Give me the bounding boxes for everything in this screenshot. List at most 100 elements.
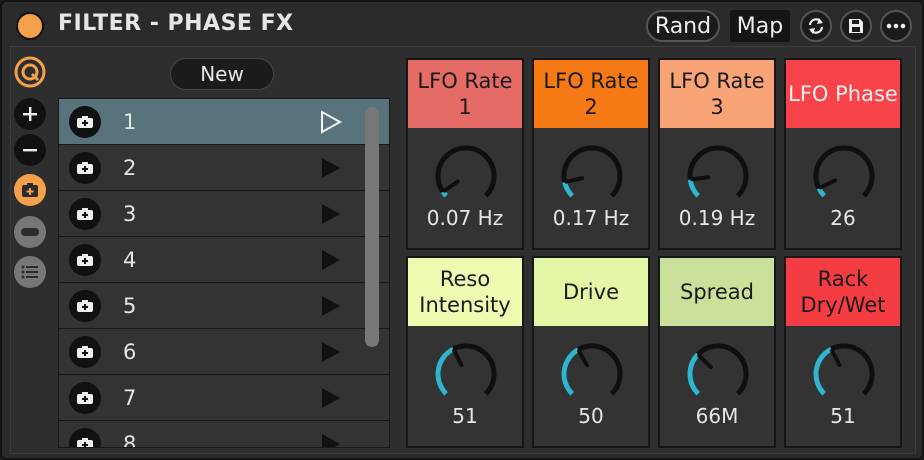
variation-row[interactable]: 5	[59, 283, 389, 329]
new-variation-button[interactable]: New	[170, 58, 274, 90]
device-power-button[interactable]	[16, 12, 44, 40]
macro-label: LFO Phase	[786, 60, 900, 128]
zoom-in-button[interactable]	[14, 98, 46, 130]
camera-icon	[77, 346, 93, 358]
recall-snapshot-button[interactable]	[69, 152, 101, 184]
save-icon	[849, 19, 863, 33]
macro-knob[interactable]	[808, 338, 880, 410]
variation-label: 6	[123, 340, 137, 364]
refresh-button[interactable]	[800, 10, 832, 42]
recall-snapshot-button[interactable]	[69, 198, 101, 230]
variation-row[interactable]: 7	[59, 375, 389, 421]
macro-label: Drive	[534, 258, 648, 326]
macro-knob[interactable]	[430, 140, 502, 212]
play-icon[interactable]	[319, 294, 343, 318]
map-button[interactable]: Map	[730, 10, 790, 42]
macro-label: LFO Rate 2	[534, 60, 648, 128]
recall-snapshot-button[interactable]	[69, 428, 101, 447]
knob-pointer	[697, 353, 713, 370]
macro-lfo-rate-2: LFO Rate 2 0.17 Hz	[532, 58, 650, 250]
add-snapshot-icon	[22, 183, 38, 197]
camera-icon	[77, 254, 93, 266]
variation-row[interactable]: 4	[59, 237, 389, 283]
hot-swap-button[interactable]	[14, 56, 46, 88]
variation-label: 8	[123, 432, 137, 448]
macro-knob[interactable]	[682, 338, 754, 410]
macro-value[interactable]: 50	[534, 404, 648, 428]
recall-snapshot-button[interactable]	[69, 290, 101, 322]
plus-icon	[23, 107, 37, 121]
macro-knob[interactable]	[808, 140, 880, 212]
macro-spread: Spread 66M	[658, 256, 776, 448]
recall-snapshot-button[interactable]	[69, 244, 101, 276]
play-icon[interactable]	[319, 386, 343, 410]
macro-lfo-rate-3: LFO Rate 3 0.19 Hz	[658, 58, 776, 250]
title-bar: FILTER - PHASE FX Rand Map	[2, 2, 922, 46]
play-icon[interactable]	[319, 432, 343, 448]
variation-list[interactable]: 1 2 3 4 5 6 7 8	[58, 98, 390, 448]
recall-snapshot-button[interactable]	[69, 382, 101, 414]
knob-track	[813, 145, 875, 198]
macro-value[interactable]: 66M	[660, 404, 774, 428]
variation-row[interactable]: 1	[59, 99, 389, 145]
variation-row[interactable]: 3	[59, 191, 389, 237]
list-scrollbar[interactable]	[365, 107, 379, 347]
list-view-button[interactable]	[14, 256, 46, 288]
macro-knob[interactable]	[556, 140, 628, 212]
device-title: FILTER - PHASE FX	[58, 11, 294, 36]
more-options-button[interactable]	[880, 10, 912, 42]
add-snapshot-button[interactable]	[14, 174, 46, 206]
variation-row[interactable]: 2	[59, 145, 389, 191]
macro-value[interactable]: 51	[408, 404, 522, 428]
knob-value-arc	[435, 346, 455, 396]
play-icon[interactable]	[319, 202, 343, 226]
knob-pointer	[564, 176, 585, 184]
camera-icon	[77, 300, 93, 312]
knob-value-arc	[813, 346, 833, 396]
list-icon	[21, 265, 38, 279]
play-icon[interactable]	[319, 156, 343, 180]
knob-value-arc	[561, 347, 580, 396]
macro-value[interactable]: 51	[786, 404, 900, 428]
camera-icon	[77, 116, 93, 128]
rand-button[interactable]: Rand	[646, 10, 720, 42]
variation-label: 2	[123, 156, 137, 180]
variation-label: 4	[123, 248, 137, 272]
macro-label: LFO Rate 3	[660, 60, 774, 128]
recall-snapshot-button[interactable]	[69, 106, 101, 138]
macro-knob[interactable]	[556, 338, 628, 410]
save-button[interactable]	[840, 10, 872, 42]
macro-label: Reso Intensity	[408, 258, 522, 326]
macro-value[interactable]: 0.17 Hz	[534, 206, 648, 230]
variation-row[interactable]: 8	[59, 421, 389, 448]
macro-value[interactable]: 0.19 Hz	[660, 206, 774, 230]
play-icon[interactable]	[319, 248, 343, 272]
device-panel: FILTER - PHASE FX Rand Map New 1 2 3 4 5…	[0, 0, 924, 460]
macro-value[interactable]: 26	[786, 206, 900, 230]
recall-snapshot-button[interactable]	[69, 336, 101, 368]
macro-label: Spread	[660, 258, 774, 326]
camera-icon	[77, 438, 93, 447]
play-icon[interactable]	[319, 340, 343, 364]
variation-label: 3	[123, 202, 137, 226]
macro-label: Rack Dry/Wet	[786, 258, 900, 326]
macro-knob[interactable]	[430, 338, 502, 410]
knob-value-arc	[687, 179, 701, 198]
remove-button[interactable]	[14, 216, 46, 248]
minus-icon	[23, 149, 37, 152]
knob-value-arc	[816, 187, 827, 198]
variation-row[interactable]: 6	[59, 329, 389, 375]
more-icon	[886, 23, 906, 29]
knob-pointer	[690, 175, 711, 182]
knob-pointer	[442, 179, 460, 193]
macro-knob[interactable]	[682, 140, 754, 212]
macro-label: LFO Rate 1	[408, 60, 522, 128]
knob-value-arc	[687, 352, 701, 396]
macro-value[interactable]: 0.07 Hz	[408, 206, 522, 230]
zoom-out-button[interactable]	[14, 134, 46, 166]
knob-track	[561, 145, 623, 198]
variation-label: 5	[123, 294, 137, 318]
refresh-icon	[808, 18, 824, 34]
macro-rack-dry-wet: Rack Dry/Wet 51	[784, 256, 902, 448]
play-icon[interactable]	[319, 110, 343, 134]
